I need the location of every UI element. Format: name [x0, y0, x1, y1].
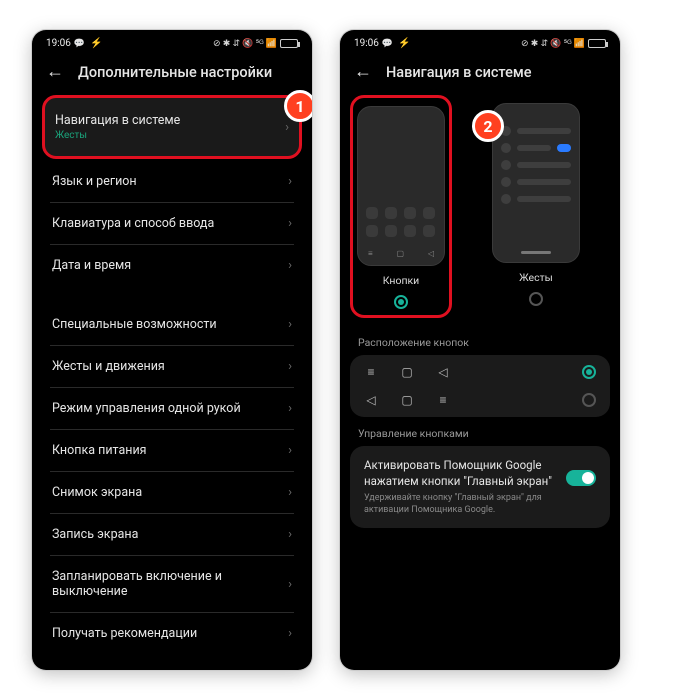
layout-option-1[interactable]: ≡ ▢ ◁	[364, 365, 596, 379]
battery-icon	[280, 39, 298, 48]
row-scheduled-power[interactable]: Запланировать включение и выключение ›	[42, 556, 302, 612]
battery-icon	[588, 39, 606, 48]
callout-badge-1: 1	[284, 90, 312, 122]
status-icons: ⊘ ✱ ⇵ 🔇 ⁵ᴳ 📶	[521, 38, 585, 49]
chevron-right-icon: ›	[288, 401, 292, 416]
screenshot-2: 2 19:06 💬 ⚡ ⊘ ✱ ⇵ 🔇 ⁵ᴳ 📶 ← Навигация в с…	[340, 30, 620, 670]
row-label: Запись экрана	[52, 527, 138, 542]
row-label: Снимок экрана	[52, 485, 142, 500]
row-date-time[interactable]: Дата и время ›	[42, 245, 302, 286]
message-icon: 💬	[74, 39, 85, 49]
row-label: Клавиатура и способ ввода	[52, 216, 214, 231]
assistant-switch[interactable]	[566, 470, 596, 486]
option-label: Кнопки	[383, 274, 419, 287]
highlight-buttons-option: ≡▢◁ Кнопки	[350, 95, 452, 318]
row-label: Язык и регион	[52, 174, 137, 189]
chevron-right-icon: ›	[285, 120, 289, 135]
status-icons: ⊘ ✱ ⇵ 🔇 ⁵ᴳ 📶	[213, 38, 277, 49]
back-arrow-icon[interactable]: ←	[46, 63, 64, 81]
row-screenshot[interactable]: Снимок экрана ›	[42, 472, 302, 513]
chevron-right-icon: ›	[288, 626, 292, 641]
assistant-title: Активировать Помощник Google нажатием кн…	[364, 458, 556, 489]
row-language-region[interactable]: Язык и регион ›	[42, 161, 302, 202]
section-button-manage: Управление кнопками	[340, 417, 620, 446]
screenshot-1: 1 19:06 💬 ⚡ ⊘ ✱ ⇵ 🔇 ⁵ᴳ 📶 ← Дополнительны…	[32, 30, 312, 670]
chevron-right-icon: ›	[288, 577, 292, 592]
row-system-navigation[interactable]: Навигация в системе Жесты ›	[45, 100, 299, 154]
row-keyboard-input[interactable]: Клавиатура и способ ввода ›	[42, 203, 302, 244]
radio-layout-2[interactable]	[582, 393, 596, 407]
recent-icon: ≡	[436, 393, 450, 407]
radio-buttons[interactable]	[394, 295, 408, 309]
radio-layout-1[interactable]	[582, 365, 596, 379]
row-label: Кнопка питания	[52, 443, 147, 458]
radio-gestures[interactable]	[529, 292, 543, 306]
assistant-toggle-row[interactable]: Активировать Помощник Google нажатием кн…	[350, 446, 610, 528]
row-label: Получать рекомендации	[52, 626, 197, 641]
row-label: Специальные возможности	[52, 317, 217, 332]
option-label: Жесты	[519, 271, 553, 284]
status-bar: 19:06 💬 ⚡ ⊘ ✱ ⇵ 🔇 ⁵ᴳ 📶	[340, 30, 620, 55]
chevron-right-icon: ›	[288, 317, 292, 332]
clock: 19:06	[354, 38, 379, 49]
chevron-right-icon: ›	[288, 216, 292, 231]
clock: 19:06	[46, 38, 71, 49]
row-screen-record[interactable]: Запись экрана ›	[42, 514, 302, 555]
preview-gestures	[492, 103, 580, 263]
page-title: Дополнительные настройки	[78, 64, 272, 81]
callout-badge-2: 2	[472, 110, 504, 142]
home-icon: ▢	[400, 365, 414, 379]
chevron-right-icon: ›	[288, 443, 292, 458]
nav-order-icons: ◁ ▢ ≡	[364, 393, 450, 407]
row-label: Дата и время	[52, 258, 131, 273]
row-accessibility[interactable]: Специальные возможности ›	[42, 304, 302, 345]
row-one-hand-mode[interactable]: Режим управления одной рукой ›	[42, 388, 302, 429]
back-icon: ◁	[364, 393, 378, 407]
message-icon: 💬	[382, 39, 393, 49]
streak-icon: ⚡	[398, 38, 410, 49]
row-label: Запланировать включение и выключение	[52, 569, 252, 599]
button-layout-card: ≡ ▢ ◁ ◁ ▢ ≡	[350, 355, 610, 417]
row-gestures-motion[interactable]: Жесты и движения ›	[42, 346, 302, 387]
home-icon: ▢	[400, 393, 414, 407]
streak-icon: ⚡	[90, 38, 102, 49]
chevron-right-icon: ›	[288, 485, 292, 500]
row-power-button[interactable]: Кнопка питания ›	[42, 430, 302, 471]
row-sublabel: Жесты	[55, 130, 180, 141]
screen-header: ← Дополнительные настройки	[32, 55, 312, 95]
chevron-right-icon: ›	[288, 359, 292, 374]
status-bar: 19:06 💬 ⚡ ⊘ ✱ ⇵ 🔇 ⁵ᴳ 📶	[32, 30, 312, 55]
row-label: Жесты и движения	[52, 359, 165, 374]
row-label: Режим управления одной рукой	[52, 401, 241, 416]
nav-order-icons: ≡ ▢ ◁	[364, 365, 450, 379]
row-recommendations[interactable]: Получать рекомендации ›	[42, 613, 302, 654]
recent-icon: ≡	[364, 365, 378, 379]
back-icon: ◁	[436, 365, 450, 379]
back-arrow-icon[interactable]: ←	[354, 63, 372, 81]
section-button-layout: Расположение кнопок	[340, 326, 620, 355]
page-title: Навигация в системе	[386, 64, 532, 81]
nav-option-buttons[interactable]: ≡▢◁ Кнопки	[357, 106, 445, 309]
chevron-right-icon: ›	[288, 527, 292, 542]
assistant-desc: Удерживайте кнопку "Главный экран" для а…	[364, 493, 556, 516]
preview-buttons: ≡▢◁	[357, 106, 445, 266]
highlight-system-navigation: Навигация в системе Жесты ›	[42, 95, 302, 159]
chevron-right-icon: ›	[288, 258, 292, 273]
layout-option-2[interactable]: ◁ ▢ ≡	[364, 393, 596, 407]
chevron-right-icon: ›	[288, 174, 292, 189]
row-label: Навигация в системе	[55, 113, 180, 128]
screen-header: ← Навигация в системе	[340, 55, 620, 95]
